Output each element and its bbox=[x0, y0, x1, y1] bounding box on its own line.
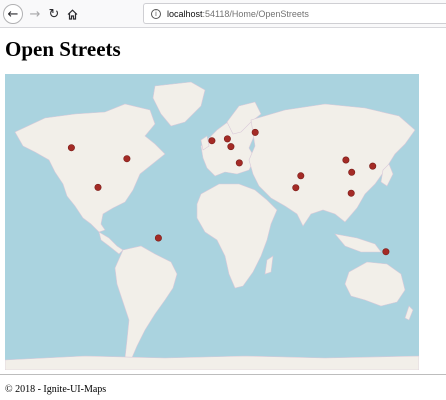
map-marker[interactable] bbox=[227, 143, 235, 151]
world-map[interactable] bbox=[5, 74, 419, 370]
map-marker[interactable] bbox=[94, 183, 102, 191]
browser-toolbar: ← → ↻ i localhost:54118/Home/OpenStreets bbox=[0, 0, 446, 28]
map-marker[interactable] bbox=[342, 156, 350, 164]
map-marker[interactable] bbox=[297, 172, 305, 180]
info-icon[interactable]: i bbox=[151, 8, 161, 19]
map-marker[interactable] bbox=[223, 135, 231, 143]
map-marker[interactable] bbox=[292, 184, 300, 192]
url-host: localhost bbox=[167, 8, 203, 19]
footer-copyright: © 2018 - Ignite-UI-Maps bbox=[5, 384, 107, 395]
map-marker[interactable] bbox=[348, 168, 356, 176]
map-marker[interactable] bbox=[123, 155, 131, 163]
map-marker[interactable] bbox=[67, 144, 75, 152]
map-marker[interactable] bbox=[347, 189, 355, 197]
address-bar[interactable]: i localhost:54118/Home/OpenStreets bbox=[143, 3, 446, 24]
map-marker[interactable] bbox=[235, 159, 243, 167]
map-marker[interactable] bbox=[369, 162, 377, 170]
map-marker[interactable] bbox=[154, 234, 162, 242]
page-title: Open Streets bbox=[5, 37, 121, 61]
url-path: :54118/Home/OpenStreets bbox=[202, 8, 309, 19]
map-marker[interactable] bbox=[251, 128, 259, 136]
back-arrow-icon[interactable]: ← bbox=[3, 4, 23, 24]
map-land bbox=[5, 81, 419, 370]
map-marker[interactable] bbox=[208, 137, 216, 145]
reload-icon[interactable]: ↻ bbox=[44, 4, 64, 24]
footer-divider bbox=[0, 374, 446, 375]
forward-arrow-icon[interactable]: → bbox=[25, 4, 45, 24]
map-marker[interactable] bbox=[382, 248, 390, 256]
home-icon[interactable] bbox=[62, 4, 82, 24]
